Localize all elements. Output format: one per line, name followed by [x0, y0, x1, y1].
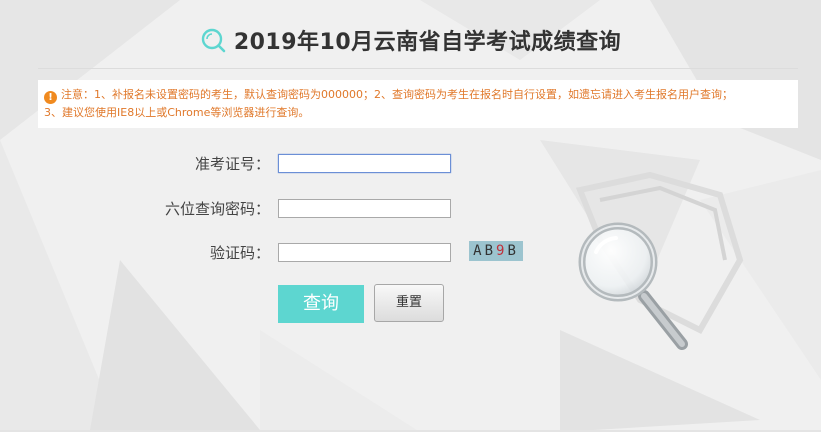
query-button[interactable]: 查询 — [278, 285, 364, 323]
notice-text-1: 注意：1、补报名未设置密码的考生，默认查询密码为000000；2、查询密码为考生… — [61, 88, 733, 101]
notice-text-2: 3、建议您使用IE8以上或Chrome等浏览器进行查询。 — [44, 106, 310, 119]
notice-box: ! 注意：1、补报名未设置密码的考生，默认查询密码为000000；2、查询密码为考… — [38, 80, 798, 128]
exam-id-input[interactable] — [278, 154, 451, 173]
captcha-input[interactable] — [278, 243, 451, 262]
password-label: 六位查询密码： — [164, 200, 270, 218]
magnifier-illustration-icon — [578, 222, 688, 350]
captcha-char-1: A — [473, 243, 485, 259]
page-header: 2019年10月云南省自学考试成绩查询 — [0, 20, 821, 60]
captcha-image[interactable]: AB9B — [469, 241, 523, 261]
page-title: 2019年10月云南省自学考试成绩查询 — [233, 30, 622, 55]
notice-line-1: ! 注意：1、补报名未设置密码的考生，默认查询密码为000000；2、查询密码为考… — [44, 86, 792, 104]
exam-id-label: 准考证号： — [194, 155, 270, 173]
password-input[interactable] — [278, 199, 451, 218]
warning-icon: ! — [44, 91, 57, 104]
password-row: 六位查询密码： — [70, 198, 451, 219]
header-divider — [38, 68, 798, 69]
reset-button[interactable]: 重置 — [374, 284, 444, 322]
search-icon — [201, 28, 226, 53]
captcha-char-4: B — [507, 243, 519, 259]
captcha-row: 验证码： — [70, 242, 451, 263]
captcha-label: 验证码： — [209, 244, 270, 262]
captcha-char-2: B — [484, 243, 496, 259]
exam-id-row: 准考证号： — [70, 153, 451, 174]
captcha-char-3: 9 — [496, 243, 508, 259]
